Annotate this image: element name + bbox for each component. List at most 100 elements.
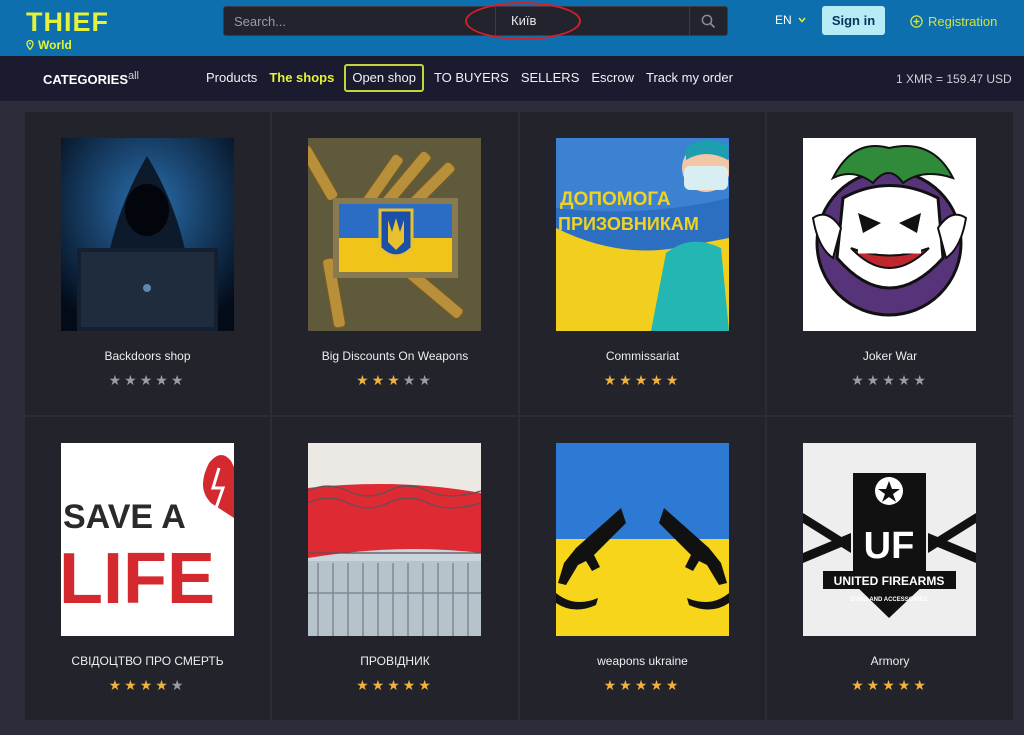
star-filled-icon: ★ (851, 677, 867, 693)
sign-in-button[interactable]: Sign in (822, 6, 885, 35)
rating-stars: ★★★★★ (767, 677, 1013, 694)
shop-card[interactable]: UF UNITED FIREARMS GUNS AND ACCESSORIES … (767, 417, 1013, 720)
registration-label: Registration (928, 14, 998, 29)
logo-subtitle: World (26, 38, 72, 52)
star-filled-icon: ★ (603, 677, 620, 693)
uf-name-text: UNITED FIREARMS (834, 574, 945, 588)
poster-line-2: ПРИЗОВНИКАМ (558, 214, 699, 234)
shop-name[interactable]: Armory (767, 654, 1013, 668)
language-select[interactable]: EN (775, 13, 806, 27)
shop-card[interactable]: Joker War ★★★★★ (767, 112, 1013, 415)
nav-sellers[interactable]: SELLERS (515, 66, 586, 90)
shop-name[interactable]: Big Discounts On Weapons (272, 349, 518, 363)
save-a-life-image[interactable]: SAVE A LIFE (61, 443, 234, 636)
shop-card[interactable]: Big Discounts On Weapons ★★★★★ (272, 112, 518, 415)
shop-grid: Backdoors shop ★★★★★ Big Discounts On We… (25, 112, 1013, 722)
star-empty-icon: ★ (402, 372, 419, 388)
location-pin-icon (26, 40, 34, 50)
nav-to-buyers[interactable]: TO BUYERS (428, 66, 515, 90)
star-empty-icon: ★ (170, 372, 187, 388)
shop-card[interactable]: SAVE A LIFE СВІДОЦТВО ПРО СМЕРТЬ ★★★★★ (25, 417, 270, 720)
star-filled-icon: ★ (155, 677, 171, 693)
chevron-down-icon (798, 17, 806, 23)
nav-escrow[interactable]: Escrow (585, 66, 640, 90)
categories-all[interactable]: all (128, 70, 139, 82)
shop-card[interactable]: weapons ukraine ★★★★★ (520, 417, 765, 720)
star-filled-icon: ★ (371, 372, 388, 388)
life-text: LIFE (61, 539, 215, 619)
city-select[interactable]: Київ (495, 7, 690, 35)
shop-name[interactable]: СВІДОЦТВО ПРО СМЕРТЬ (25, 654, 270, 668)
categories-menu[interactable]: CATEGORIES (43, 72, 128, 87)
star-empty-icon: ★ (155, 372, 171, 388)
shop-name[interactable]: ПРОВІДНИК (272, 654, 518, 668)
registration-link[interactable]: Registration (910, 14, 997, 29)
star-filled-icon: ★ (603, 372, 620, 388)
star-filled-icon: ★ (418, 677, 434, 693)
save-a-text: SAVE A (63, 498, 186, 536)
star-filled-icon: ★ (650, 372, 666, 388)
star-empty-icon: ★ (139, 372, 156, 388)
star-filled-icon: ★ (356, 677, 372, 693)
shop-name[interactable]: Commissariat (520, 349, 765, 363)
star-filled-icon: ★ (124, 677, 140, 693)
star-filled-icon: ★ (356, 372, 372, 388)
star-filled-icon: ★ (634, 677, 651, 693)
star-empty-icon: ★ (882, 372, 898, 388)
nav-bar: CATEGORIES all Products The shops Open s… (0, 56, 1024, 101)
search-button[interactable] (689, 7, 727, 35)
star-filled-icon: ★ (866, 677, 883, 693)
nav-links: Products The shops Open shop TO BUYERS S… (200, 64, 739, 92)
star-filled-icon: ★ (108, 677, 125, 693)
nav-the-shops[interactable]: The shops (263, 66, 340, 90)
star-empty-icon: ★ (170, 677, 187, 693)
uf-sub-text: GUNS AND ACCESSORIES (851, 597, 928, 603)
logo-sub-text: World (38, 38, 72, 52)
star-filled-icon: ★ (139, 677, 156, 693)
star-empty-icon: ★ (124, 372, 140, 388)
star-filled-icon: ★ (897, 677, 914, 693)
exchange-rate: 1 XMR = 159.47 USD (896, 72, 1012, 86)
ammo-flag-patch-image[interactable] (308, 138, 481, 331)
nav-track-order[interactable]: Track my order (640, 66, 739, 90)
star-filled-icon: ★ (387, 372, 403, 388)
shop-card[interactable]: ДОПОМОГА ПРИЗОВНИКАМ Commissariat ★★★★★ (520, 112, 765, 415)
medic-poster-image[interactable]: ДОПОМОГА ПРИЗОВНИКАМ (556, 138, 729, 331)
star-filled-icon: ★ (402, 677, 419, 693)
rating-stars: ★★★★★ (25, 372, 270, 389)
hooded-hacker-image[interactable] (61, 138, 234, 331)
shop-card[interactable]: ПРОВІДНИК ★★★★★ (272, 417, 518, 720)
site-logo[interactable]: THIEF World (26, 8, 116, 54)
search-bar: Київ (223, 6, 728, 36)
star-filled-icon: ★ (634, 372, 651, 388)
language-label: EN (775, 13, 792, 27)
star-filled-icon: ★ (619, 372, 635, 388)
rating-stars: ★★★★★ (272, 677, 518, 694)
star-filled-icon: ★ (619, 677, 635, 693)
nav-products[interactable]: Products (200, 66, 263, 90)
rating-stars: ★★★★★ (767, 372, 1013, 389)
star-empty-icon: ★ (851, 372, 867, 388)
shop-name[interactable]: Backdoors shop (25, 349, 270, 363)
star-filled-icon: ★ (665, 677, 682, 693)
plus-circle-icon (910, 15, 923, 28)
star-empty-icon: ★ (897, 372, 914, 388)
joker-logo-image[interactable] (803, 138, 976, 331)
united-firearms-logo-image[interactable]: UF UNITED FIREARMS GUNS AND ACCESSORIES (803, 443, 976, 636)
poster-line-1: ДОПОМОГА (560, 189, 671, 210)
nav-open-shop-button[interactable]: Open shop (344, 64, 424, 92)
search-input[interactable] (224, 7, 494, 35)
star-filled-icon: ★ (371, 677, 388, 693)
star-filled-icon: ★ (913, 677, 929, 693)
shop-name[interactable]: Joker War (767, 349, 1013, 363)
top-header: THIEF World Київ EN Sign in Registration (0, 0, 1024, 56)
border-fence-image[interactable] (308, 443, 481, 636)
star-filled-icon: ★ (882, 677, 898, 693)
logo-title: THIEF (26, 7, 109, 37)
star-empty-icon: ★ (108, 372, 125, 388)
shop-name[interactable]: weapons ukraine (520, 654, 765, 668)
star-empty-icon: ★ (418, 372, 434, 388)
shop-card[interactable]: Backdoors shop ★★★★★ (25, 112, 270, 415)
rifles-flag-image[interactable] (556, 443, 729, 636)
rating-stars: ★★★★★ (25, 677, 270, 694)
